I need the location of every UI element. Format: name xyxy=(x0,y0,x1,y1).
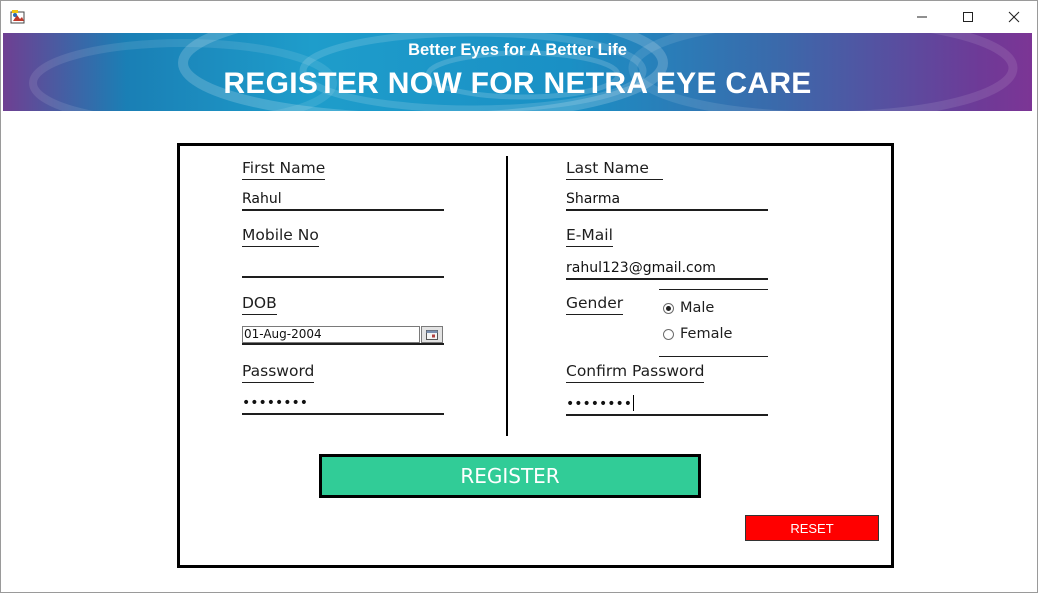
email-field[interactable]: rahul123@gmail.com xyxy=(566,259,768,280)
mobile-field[interactable] xyxy=(242,258,444,278)
java-app-icon xyxy=(10,9,26,25)
dob-underline xyxy=(242,343,444,345)
radio-unselected-icon[interactable] xyxy=(663,328,674,340)
register-button[interactable]: REGISTER xyxy=(319,454,701,498)
dob-label: DOB xyxy=(242,294,277,315)
minimize-icon[interactable] xyxy=(899,1,945,33)
gender-female-label: Female xyxy=(680,326,733,342)
gender-label: Gender xyxy=(566,294,624,315)
gender-male-option[interactable]: Male xyxy=(663,300,714,316)
gender-group-bottom-border xyxy=(659,356,768,357)
last-name-label: Last Name xyxy=(566,159,663,180)
confirm-password-field[interactable]: •••••••• xyxy=(566,395,768,416)
banner-subtitle: Better Eyes for A Better Life xyxy=(408,41,627,59)
confirm-password-value: •••••••• xyxy=(566,396,633,412)
password-label: Password xyxy=(242,362,315,383)
maximize-icon[interactable] xyxy=(945,1,991,33)
radio-selected-icon[interactable] xyxy=(663,302,674,314)
dob-input[interactable]: 01-Aug-2004 xyxy=(242,326,420,343)
close-icon[interactable] xyxy=(991,1,1037,33)
mobile-label: Mobile No xyxy=(242,226,319,247)
gender-group-top-border xyxy=(659,289,768,290)
text-cursor xyxy=(633,395,635,411)
calendar-icon[interactable] xyxy=(421,326,443,343)
gender-female-option[interactable]: Female xyxy=(663,326,732,342)
banner-title: REGISTER NOW FOR NETRA EYE CARE xyxy=(223,67,812,100)
title-bar xyxy=(1,1,1037,33)
password-field[interactable]: •••••••• xyxy=(242,394,444,415)
confirm-password-label: Confirm Password xyxy=(566,362,705,383)
header-banner: Better Eyes for A Better Life REGISTER N… xyxy=(3,33,1032,111)
reset-button[interactable]: RESET xyxy=(745,515,879,541)
first-name-field[interactable]: Rahul xyxy=(242,190,444,211)
gender-male-label: Male xyxy=(680,300,715,316)
first-name-label: First Name xyxy=(242,159,326,180)
form-column-divider xyxy=(506,156,508,436)
last-name-field[interactable]: Sharma xyxy=(566,190,768,211)
app-window: Better Eyes for A Better Life REGISTER N… xyxy=(0,0,1038,593)
email-label: E-Mail xyxy=(566,226,613,247)
